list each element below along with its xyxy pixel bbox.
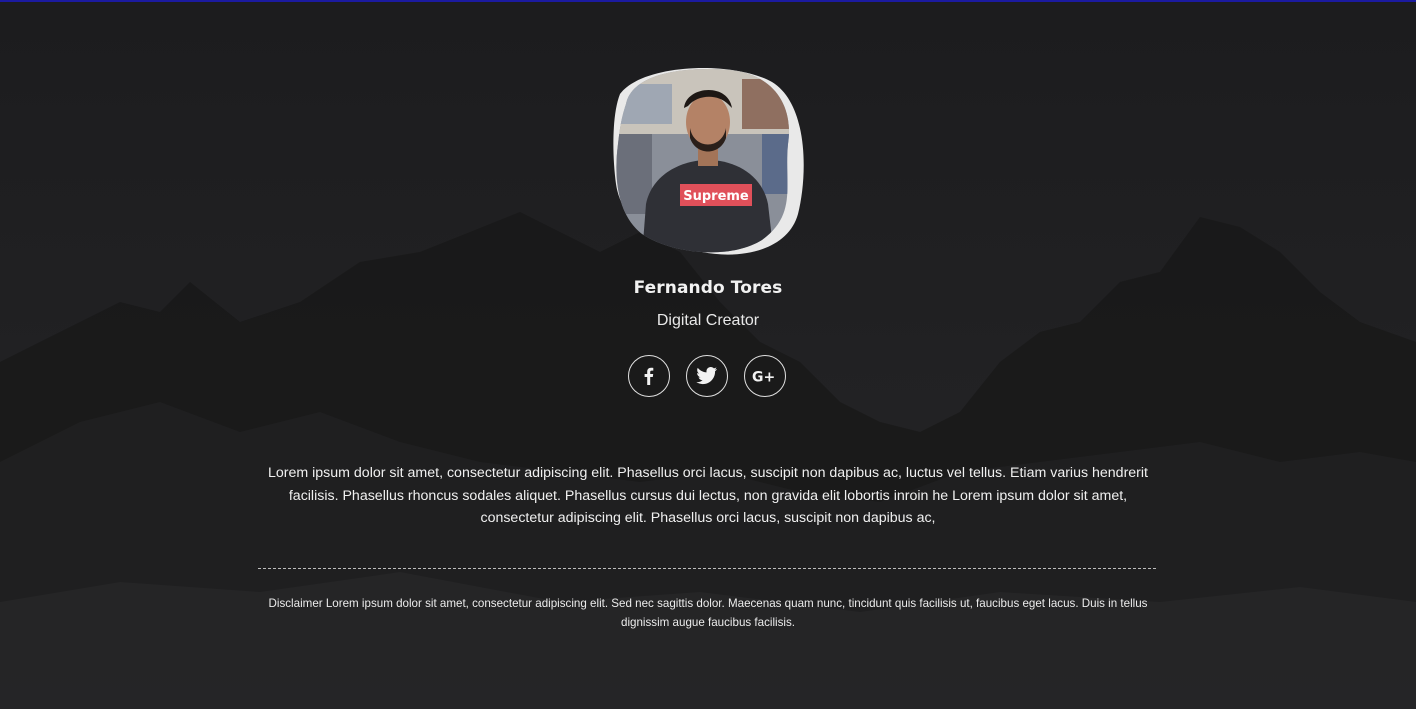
profile-role: Digital Creator	[656, 312, 760, 329]
twitter-button[interactable]	[686, 355, 728, 397]
dashed-divider	[258, 568, 1156, 569]
google-plus-label: G+	[752, 370, 775, 385]
profile-name: Fernando Tores	[633, 278, 783, 298]
shirt-logo-text: Supreme	[683, 189, 749, 204]
twitter-icon	[696, 367, 718, 385]
profile-avatar: Supreme	[612, 64, 804, 256]
social-links: G+	[628, 355, 788, 397]
facebook-button[interactable]	[628, 355, 670, 397]
google-plus-icon: G+	[752, 370, 775, 385]
disclaimer-text: Disclaimer Lorem ipsum dolor sit amet, c…	[268, 597, 1148, 629]
bio-text: Lorem ipsum dolor sit amet, consectetur …	[267, 465, 1149, 526]
facebook-icon	[644, 367, 654, 385]
google-plus-button[interactable]: G+	[744, 355, 786, 397]
